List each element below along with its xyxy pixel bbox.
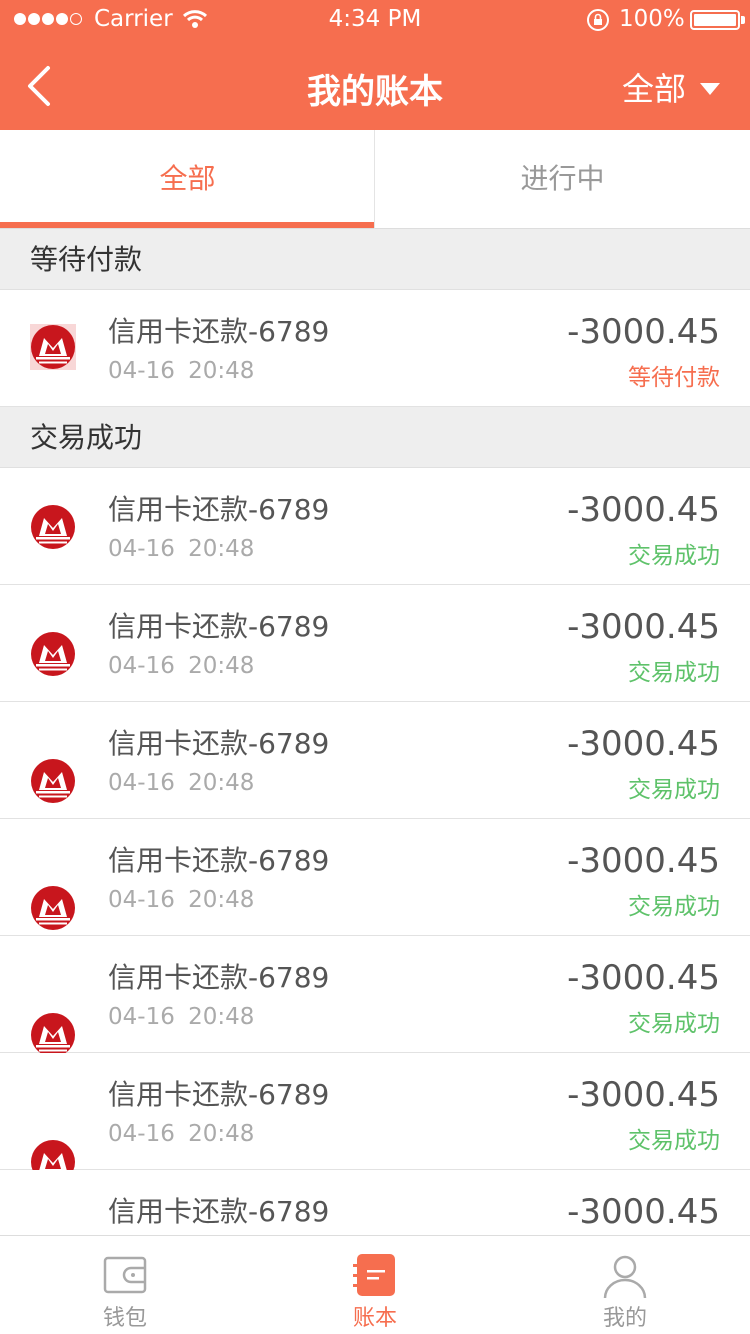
transaction-row[interactable]: 信用卡还款-6789 04-16 20:48 -3000.45 等待付款	[0, 290, 750, 407]
transaction-row[interactable]: 信用卡还款-6789 04-16 20:48 -3000.45 交易成功	[0, 702, 750, 819]
bank-logo-icon	[31, 1013, 75, 1057]
navigation-bar: 我的账本 全部	[0, 40, 750, 130]
transaction-row[interactable]: 信用卡还款-6789 04-16 20:48 -3000.45 交易成功	[0, 819, 750, 936]
segment-tabs: 全部 进行中	[0, 130, 750, 229]
battery-icon	[690, 10, 740, 30]
transaction-row[interactable]: 信用卡还款-6789 04-16 20:48 -3000.45 交易成功	[0, 1053, 750, 1184]
tab-divider	[374, 130, 375, 229]
section-header: 交易成功	[0, 407, 750, 468]
header: Carrier 4:34 PM 100% 我的账本 全部	[0, 0, 750, 130]
transaction-status: 交易成功	[628, 894, 720, 920]
transaction-amount: -3000.45	[567, 841, 720, 881]
status-bar: Carrier 4:34 PM 100%	[0, 0, 750, 40]
transaction-list[interactable]: 等待付款 信用卡还款-6789 04-16 20:48 -3000.45 等待付款 交易成…	[0, 229, 750, 1235]
ledger-icon	[353, 1254, 395, 1296]
bottom-tab-bar: 钱包 账本 我的	[0, 1235, 750, 1334]
tabbar-label-wallet: 钱包	[102, 1306, 147, 1331]
tabbar-item-profile[interactable]: 我的	[500, 1236, 750, 1334]
transaction-status: 交易成功	[628, 543, 720, 569]
transaction-amount: -3000.45	[567, 1192, 720, 1232]
tabbar-item-ledger[interactable]: 账本	[250, 1236, 500, 1334]
transaction-row[interactable]: 信用卡还款-6789 -3000.45	[0, 1170, 750, 1235]
transaction-amount: -3000.45	[567, 958, 720, 998]
transaction-amount: -3000.45	[567, 724, 720, 764]
transaction-title: 信用卡还款-6789	[108, 493, 330, 526]
transaction-title: 信用卡还款-6789	[108, 961, 330, 994]
transaction-title: 信用卡还款-6789	[108, 1195, 330, 1228]
transaction-time: 04-16 20:48	[108, 1004, 255, 1030]
transaction-time: 04-16 20:48	[108, 358, 255, 384]
bank-logo-icon	[30, 324, 76, 370]
transaction-status: 等待付款	[628, 365, 720, 391]
transaction-title: 信用卡还款-6789	[108, 844, 330, 877]
transaction-row[interactable]: 信用卡还款-6789 04-16 20:48 -3000.45 交易成功	[0, 585, 750, 702]
bank-logo-icon	[31, 886, 75, 930]
bank-logo-icon	[31, 632, 75, 676]
transaction-time: 04-16 20:48	[108, 887, 255, 913]
transaction-status: 交易成功	[628, 1011, 720, 1037]
tabbar-item-wallet[interactable]: 钱包	[0, 1236, 250, 1334]
transaction-title: 信用卡还款-6789	[108, 1078, 330, 1111]
profile-icon	[603, 1255, 647, 1298]
transaction-title: 信用卡还款-6789	[108, 315, 330, 348]
tab-in-progress[interactable]: 进行中	[375, 130, 750, 228]
tabbar-label-ledger: 账本	[352, 1306, 397, 1331]
transaction-amount: -3000.45	[567, 312, 720, 352]
battery-percent: 100%	[619, 6, 685, 32]
transaction-time: 04-16 20:48	[108, 1121, 255, 1147]
battery-tip	[741, 16, 745, 24]
chevron-down-icon	[700, 83, 720, 95]
transaction-title: 信用卡还款-6789	[108, 727, 330, 760]
tab-all[interactable]: 全部	[0, 130, 375, 228]
filter-dropdown[interactable]: 全部	[622, 64, 720, 110]
transaction-status: 交易成功	[628, 660, 720, 686]
transaction-row[interactable]: 信用卡还款-6789 04-16 20:48 -3000.45 交易成功	[0, 936, 750, 1057]
transaction-time: 04-16 20:48	[108, 770, 255, 796]
wallet-icon	[103, 1256, 147, 1294]
transaction-amount: -3000.45	[567, 490, 720, 530]
transaction-amount: -3000.45	[567, 1075, 720, 1115]
section-header: 等待付款	[0, 229, 750, 290]
bank-logo-icon	[31, 505, 75, 549]
transaction-row[interactable]: 信用卡还款-6789 04-16 20:48 -3000.45 交易成功	[0, 468, 750, 585]
transaction-status: 交易成功	[628, 777, 720, 803]
transaction-title: 信用卡还款-6789	[108, 610, 330, 643]
tabbar-label-profile: 我的	[602, 1306, 647, 1331]
transaction-time: 04-16 20:48	[108, 653, 255, 679]
bank-logo-icon	[31, 759, 75, 803]
orientation-lock-icon	[587, 9, 609, 31]
transaction-time: 04-16 20:48	[108, 536, 255, 562]
transaction-amount: -3000.45	[567, 607, 720, 647]
filter-label: 全部	[621, 70, 686, 108]
transaction-status: 交易成功	[628, 1128, 720, 1154]
